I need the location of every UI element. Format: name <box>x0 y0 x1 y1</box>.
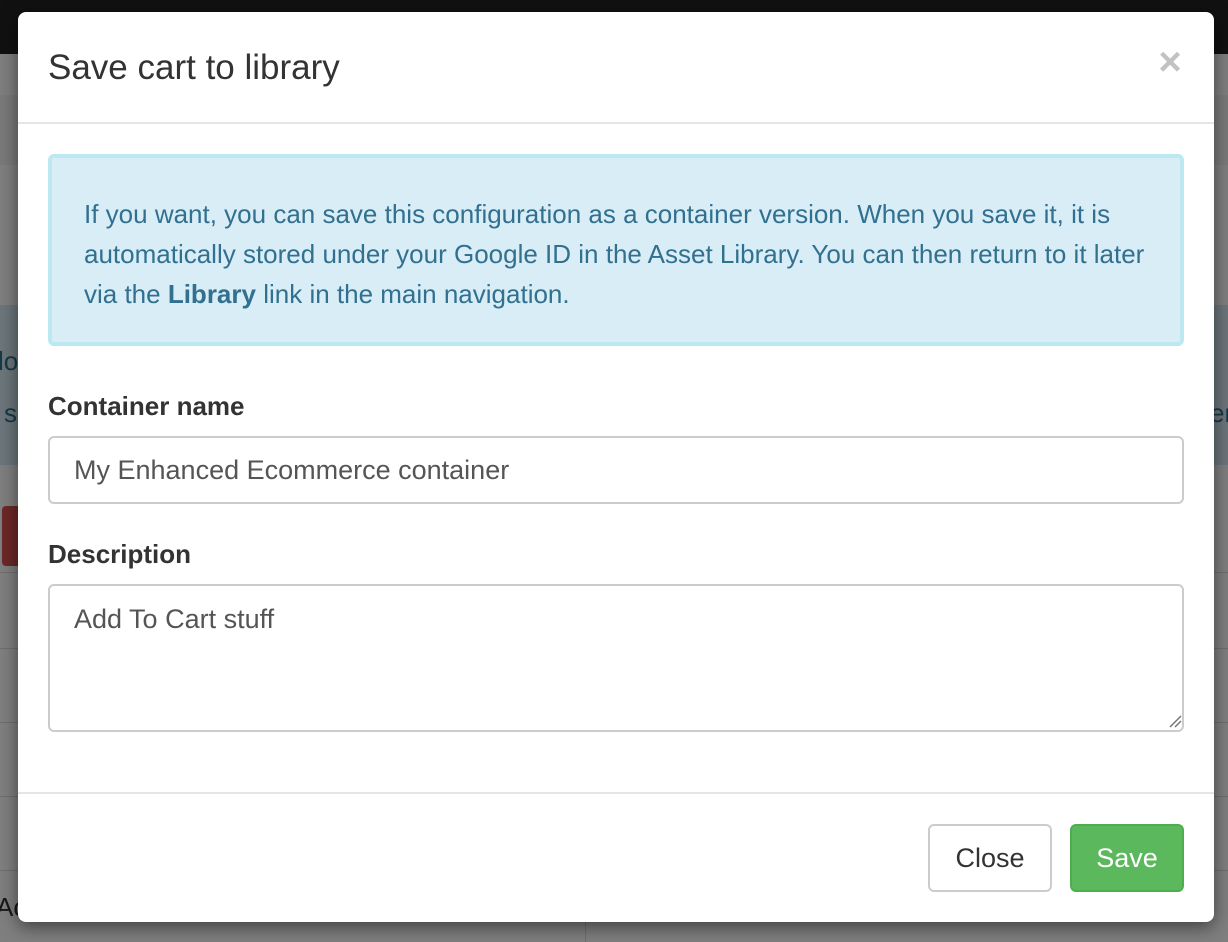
container-name-label: Container name <box>48 391 245 421</box>
save-cart-modal: Save cart to library × If you want, you … <box>18 12 1214 922</box>
library-link-text: Library <box>167 279 256 309</box>
description-textarea[interactable]: Add To Cart stuff <box>48 584 1184 732</box>
info-alert: If you want, you can save this configura… <box>48 154 1184 346</box>
modal-footer-divider <box>18 792 1214 794</box>
resize-grip-icon[interactable] <box>1168 714 1182 728</box>
container-name-input[interactable] <box>48 436 1184 504</box>
description-label: Description <box>48 539 192 569</box>
save-button[interactable]: Save <box>1070 824 1184 892</box>
modal-header: Save cart to library × <box>18 12 1214 124</box>
close-icon[interactable]: × <box>1154 42 1186 82</box>
close-button[interactable]: Close <box>928 824 1052 892</box>
info-text-after: link in the main navigation. <box>255 279 570 309</box>
modal-title: Save cart to library <box>48 48 340 87</box>
